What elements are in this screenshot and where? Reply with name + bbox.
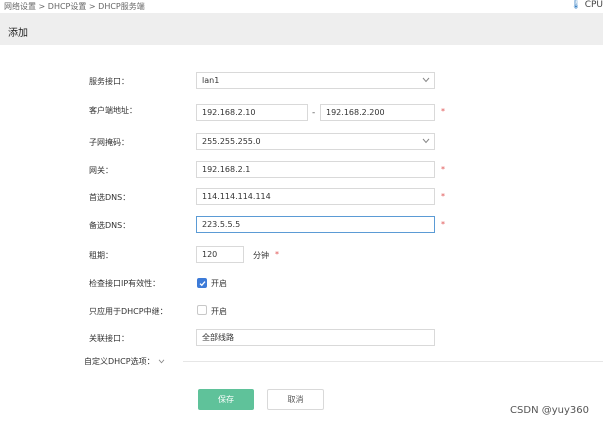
subnet-mask-select[interactable]: 255.255.255.0 xyxy=(196,133,435,150)
cancel-button[interactable]: 取消 xyxy=(267,389,324,410)
check-ip-checkbox[interactable] xyxy=(197,278,207,288)
relay-only-option-label[interactable]: 开启 xyxy=(211,306,227,317)
linked-interface-label: 关联接口： xyxy=(89,334,129,343)
relay-only-checkbox[interactable] xyxy=(197,305,207,315)
required-marker: * xyxy=(441,192,445,201)
primary-dns-value: 114.114.114.114 xyxy=(202,192,271,201)
custom-dhcp-options-label: 自定义DHCP选项： xyxy=(84,357,155,366)
client-address-end-value: 192.168.2.200 xyxy=(326,108,385,117)
lease-value: 120 xyxy=(202,250,218,259)
primary-dns-input[interactable]: 114.114.114.114 xyxy=(196,188,435,205)
range-separator: - xyxy=(312,108,316,118)
divider xyxy=(183,361,603,362)
chevron-down-icon xyxy=(422,77,430,83)
watermark: CSDN @yuy360 xyxy=(510,405,589,416)
top-bar: 网络设置 > DHCP设置 > DHCP服务端 🌡 CPU xyxy=(0,0,603,13)
thermometer-icon: 🌡 xyxy=(570,0,582,10)
check-icon xyxy=(199,281,206,287)
primary-dns-label: 首选DNS： xyxy=(89,193,131,202)
service-interface-label: 服务接口： xyxy=(89,77,129,86)
linked-interface-value: 全部线路 xyxy=(202,333,234,342)
required-marker: * xyxy=(441,220,445,229)
secondary-dns-value: 223.5.5.5 xyxy=(202,220,241,229)
gateway-label: 网关： xyxy=(89,166,113,175)
gateway-input[interactable]: 192.168.2.1 xyxy=(196,161,435,178)
lease-input[interactable]: 120 xyxy=(196,246,244,263)
secondary-dns-input[interactable]: 223.5.5.5 xyxy=(196,216,435,233)
linked-interface-select[interactable]: 全部线路 xyxy=(196,329,435,346)
cpu-indicator[interactable]: 🌡 CPU xyxy=(570,0,603,10)
required-marker: * xyxy=(441,165,445,174)
required-marker: * xyxy=(441,107,445,116)
chevron-down-icon xyxy=(422,138,430,144)
save-button[interactable]: 保存 xyxy=(198,389,254,410)
check-ip-label: 检查接口IP有效性： xyxy=(89,279,161,288)
chevron-down-icon xyxy=(158,359,164,364)
required-marker: * xyxy=(275,250,279,259)
section-header: 添加 xyxy=(0,13,603,45)
lease-unit: 分钟 xyxy=(253,251,269,260)
subnet-mask-label: 子网掩码： xyxy=(89,138,129,147)
service-interface-value: lan1 xyxy=(202,76,220,85)
client-address-label: 客户端地址： xyxy=(89,106,137,115)
lease-label: 租期： xyxy=(89,251,113,260)
breadcrumb[interactable]: 网络设置 > DHCP设置 > DHCP服务端 xyxy=(4,1,145,12)
secondary-dns-label: 备选DNS： xyxy=(89,221,131,230)
check-ip-option-label[interactable]: 开启 xyxy=(211,278,227,289)
client-address-start-input[interactable]: 192.168.2.10 xyxy=(196,104,308,121)
cpu-label: CPU xyxy=(584,0,603,10)
custom-dhcp-options-toggle[interactable]: 自定义DHCP选项： xyxy=(84,356,165,367)
service-interface-select[interactable]: lan1 xyxy=(196,72,435,89)
gateway-value: 192.168.2.1 xyxy=(202,165,251,174)
page-title: 添加 xyxy=(8,28,28,39)
client-address-start-value: 192.168.2.10 xyxy=(202,108,256,117)
client-address-end-input[interactable]: 192.168.2.200 xyxy=(320,104,435,121)
relay-only-label: 只应用于DHCP中继： xyxy=(89,307,168,316)
subnet-mask-value: 255.255.255.0 xyxy=(202,137,261,146)
